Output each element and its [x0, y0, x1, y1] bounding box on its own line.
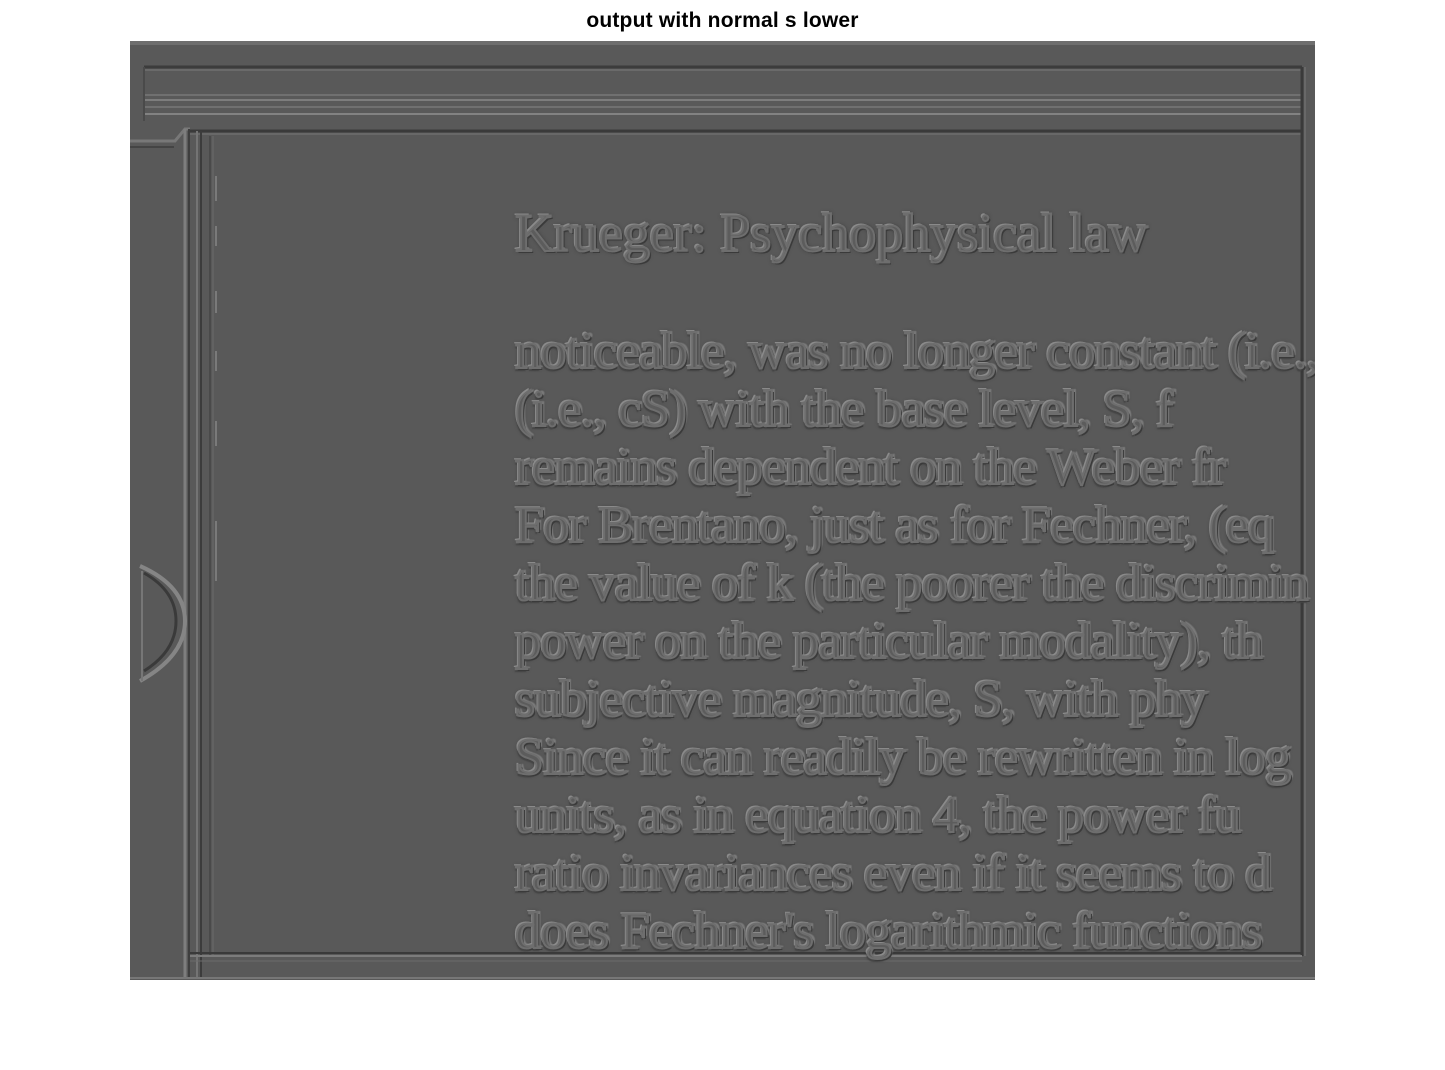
text-line: units, as in equation 4, the power fu	[514, 786, 1242, 845]
text-line: For Brentano, just as for Fechner, (eq	[514, 496, 1275, 555]
text-line: power on the particular modality), th	[514, 612, 1263, 671]
figure-title: output with normal s lower	[586, 9, 859, 32]
text-line: the value of k (the poorer the discrimin	[514, 554, 1309, 613]
text-line: Since it can readily be rewritten in log	[514, 728, 1292, 787]
text-line: remains dependent on the Weber fr	[514, 438, 1227, 497]
text-line: (i.e., cS) with the base level, S, f	[514, 380, 1174, 439]
text-line: does Fechner's logarithmic functions	[514, 902, 1263, 961]
embossed-image: Krueger: Psychophysical law noticeable, …	[130, 41, 1315, 980]
text-line: noticeable, was no longer constant (i.e.…	[514, 322, 1315, 381]
text-line: subjective magnitude, S, with phy	[514, 670, 1208, 729]
page-heading: Krueger: Psychophysical law	[514, 202, 1149, 264]
text-line: ratio invariances even if it seems to d	[514, 844, 1272, 903]
